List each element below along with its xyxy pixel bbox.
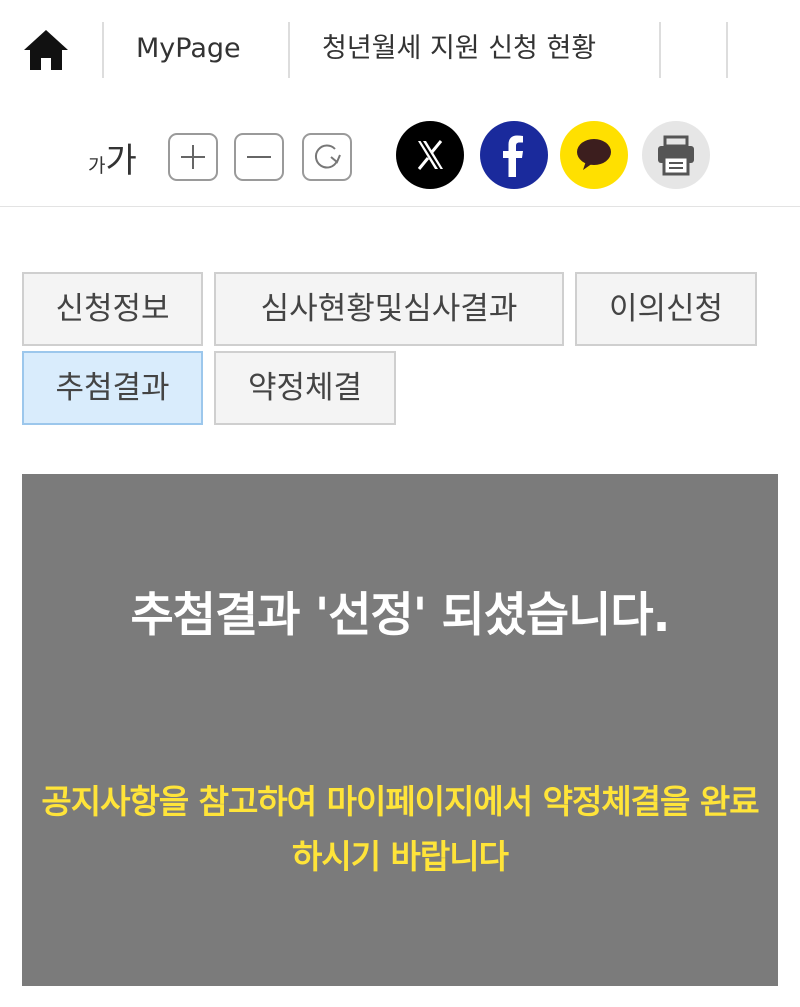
breadcrumb-separator: [102, 22, 104, 78]
page-tools: 가가: [0, 115, 800, 195]
reset-icon: [314, 144, 341, 169]
kakaotalk-icon: [577, 139, 611, 170]
breadcrumb-current-page[interactable]: 청년월세 지원 신청 현황: [322, 30, 596, 68]
print-icon: [658, 135, 694, 176]
home-icon[interactable]: [22, 28, 70, 72]
breadcrumb: MyPage 청년월세 지원 신청 현황: [0, 0, 800, 100]
font-reset-button[interactable]: [302, 133, 352, 181]
breadcrumb-mypage[interactable]: MyPage: [136, 30, 241, 68]
share-facebook-button[interactable]: [480, 121, 548, 189]
font-size-sample: 가가: [88, 133, 137, 182]
tab-objection[interactable]: 이의신청: [575, 272, 757, 346]
font-sample-small: 가: [88, 155, 106, 177]
facebook-icon: [503, 135, 523, 177]
tab-agreement[interactable]: 약정체결: [214, 351, 396, 425]
lottery-result-panel: 추첨결과 '선정' 되셨습니다. 공지사항을 참고하여 마이페이지에서 약정체결…: [22, 474, 778, 986]
share-kakaotalk-button[interactable]: [560, 121, 628, 189]
print-button[interactable]: [642, 121, 710, 189]
breadcrumb-separator: [288, 22, 290, 78]
tab-application-info[interactable]: 신청정보: [22, 272, 203, 346]
minus-icon: [247, 156, 271, 158]
font-sample-large: 가: [105, 141, 137, 181]
font-decrease-button[interactable]: [234, 133, 284, 181]
result-title: 추첨결과 '선정' 되셨습니다.: [130, 588, 671, 643]
tab-lottery-result[interactable]: 추첨결과: [22, 351, 203, 425]
breadcrumb-separator: [726, 22, 728, 78]
result-message: 공지사항을 참고하여 마이페이지에서 약정체결을 완료하시기 바랍니다: [41, 782, 759, 876]
section-divider: [0, 206, 800, 207]
font-increase-button[interactable]: [168, 133, 218, 181]
tab-review-status-result[interactable]: 심사현황및심사결과: [214, 272, 564, 346]
plus-icon: [181, 145, 205, 169]
breadcrumb-separator: [659, 22, 661, 78]
share-x-button[interactable]: [396, 121, 464, 189]
x-twitter-icon: [417, 140, 443, 170]
